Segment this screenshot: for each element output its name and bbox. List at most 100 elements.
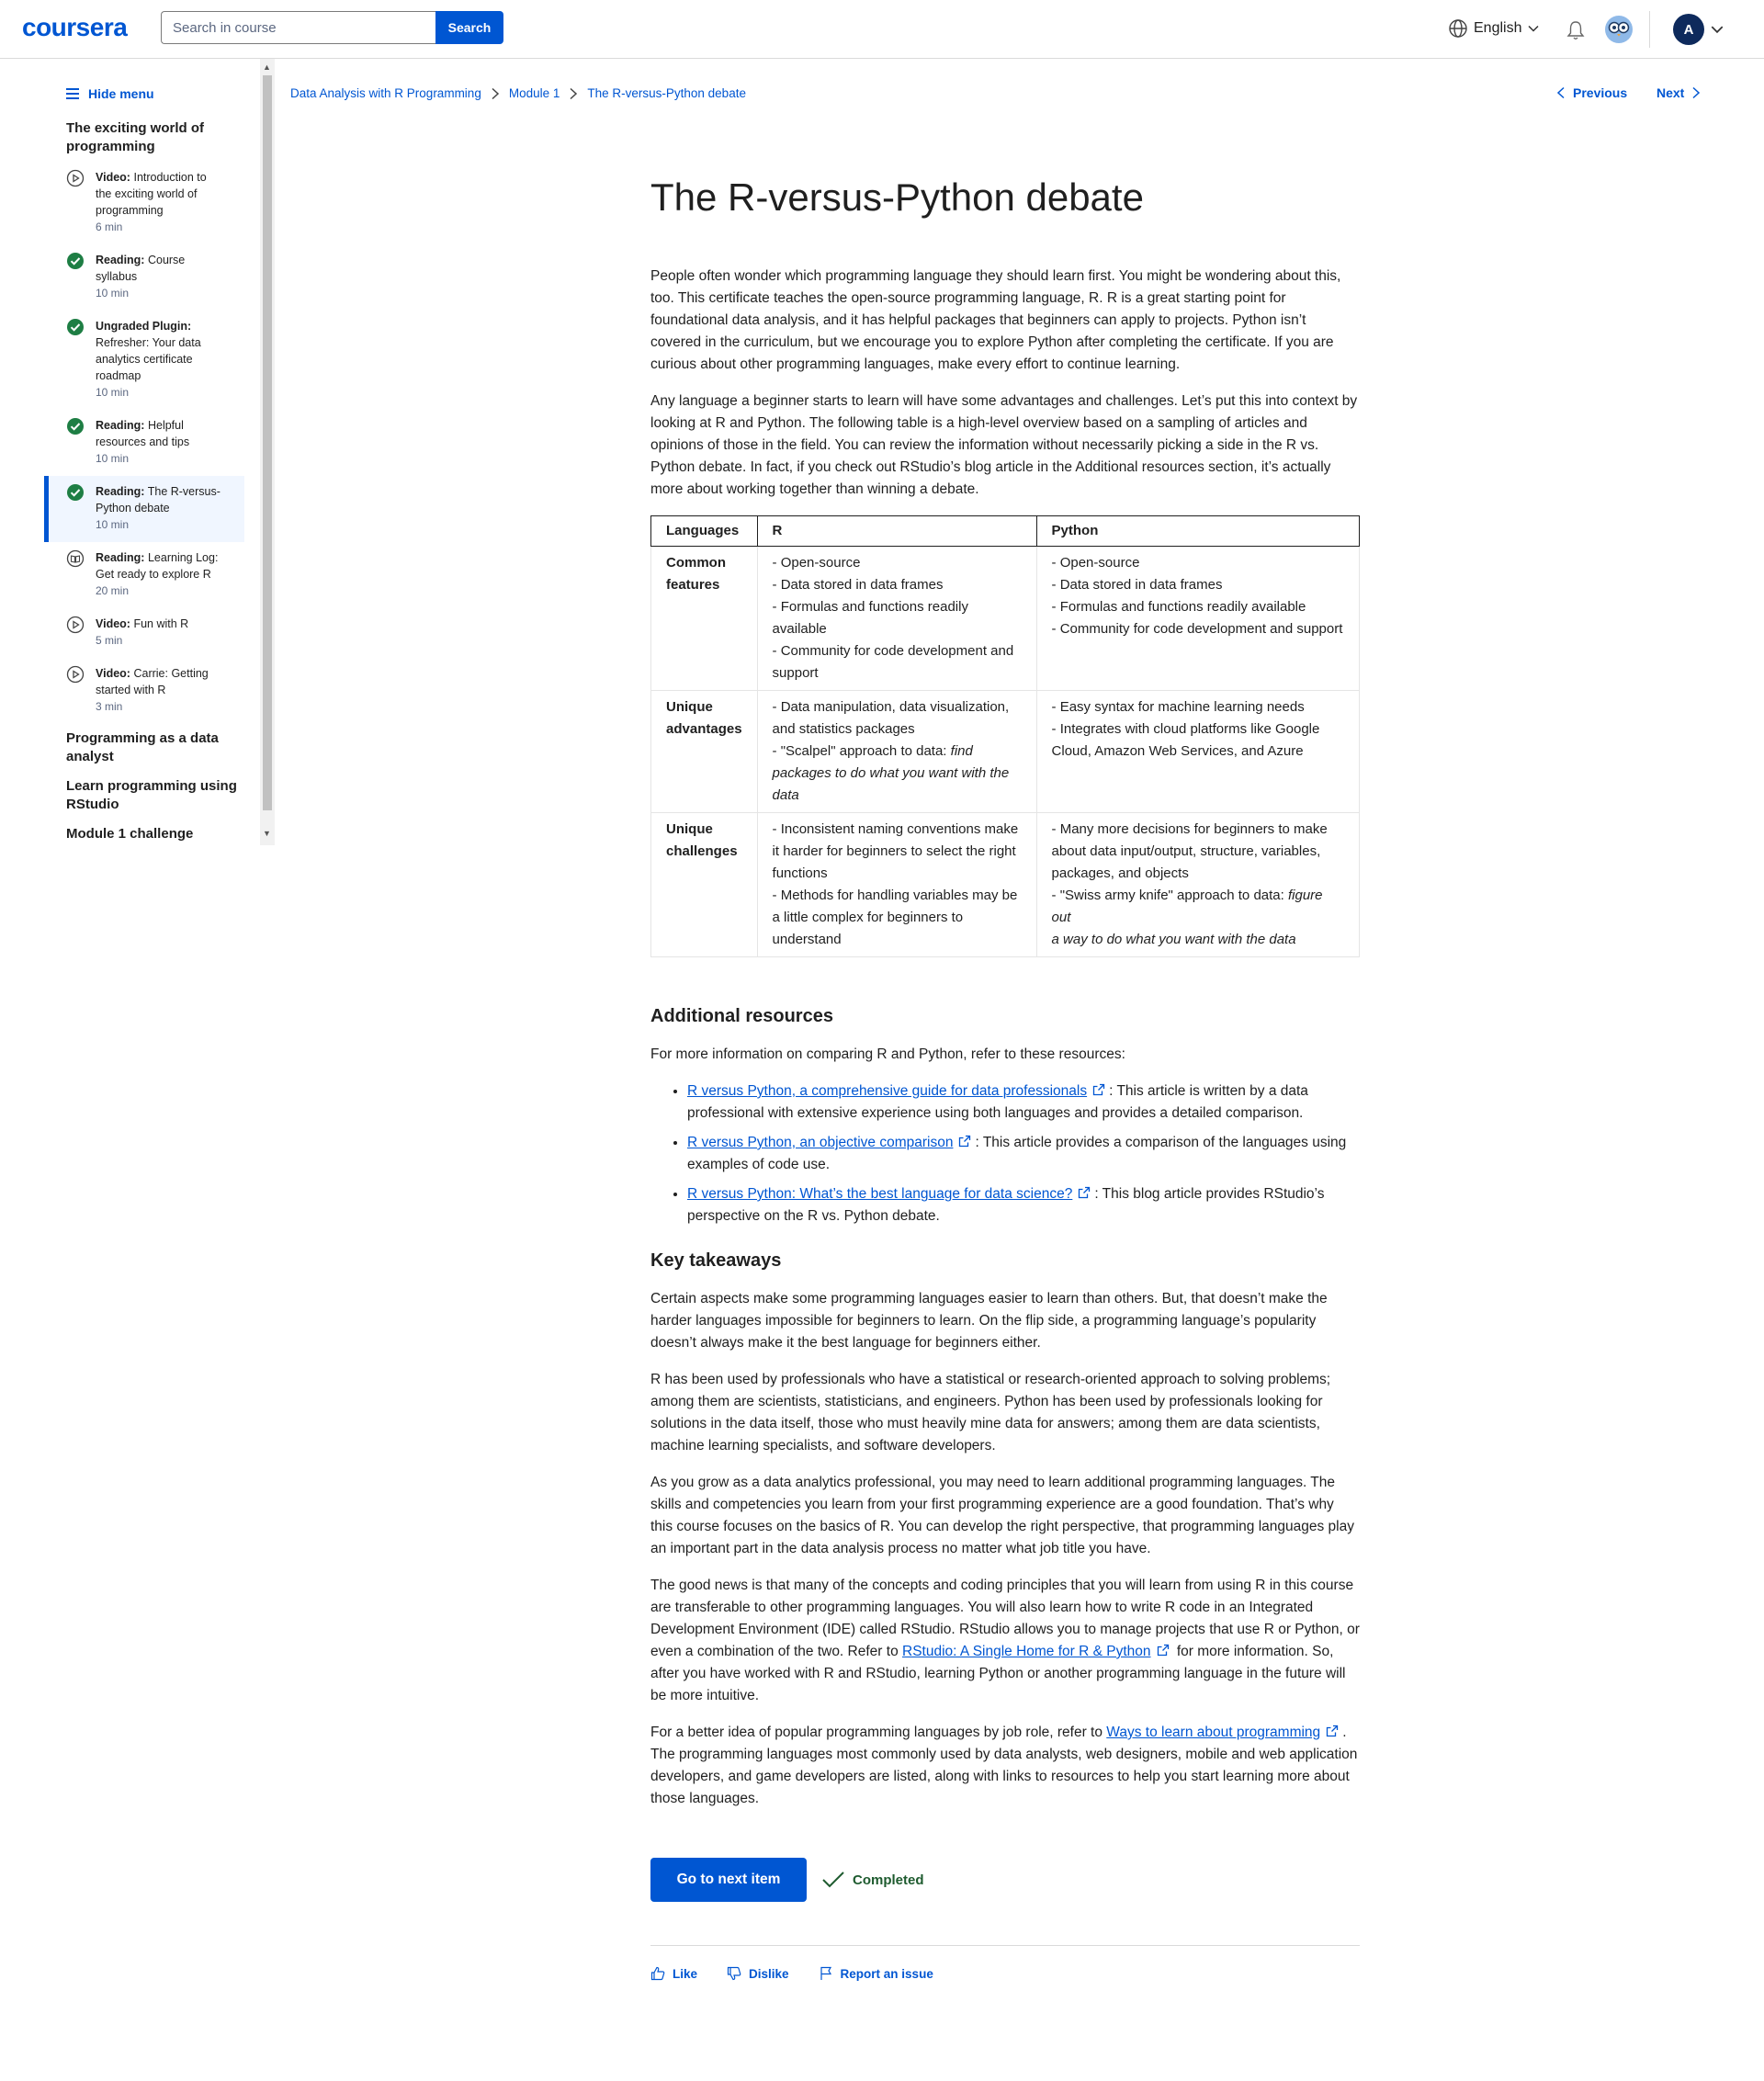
item-duration: 10 min (96, 518, 130, 531)
breadcrumb-course[interactable]: Data Analysis with R Programming (290, 86, 481, 100)
top-header: coursera Search English A (0, 0, 1764, 59)
resources-intro: For more information on comparing R and … (650, 1046, 1125, 1062)
dislike-label: Dislike (749, 1966, 789, 1981)
rstudio-home-link[interactable]: RStudio: A Single Home for R & Python (902, 1644, 1151, 1659)
sidebar-item-fun-with-r[interactable]: Video: Fun with R 5 min (66, 616, 250, 649)
breadcrumb-current[interactable]: The R-versus-Python debate (587, 86, 746, 100)
item-actions: Go to next item Completed (650, 1858, 924, 1902)
go-to-next-item-button[interactable]: Go to next item (650, 1858, 807, 1902)
external-link-icon (1327, 1725, 1339, 1737)
intro-paragraph: Any language a beginner starts to learn … (650, 393, 1358, 497)
check-circle-icon (67, 418, 84, 435)
chevron-down-icon[interactable] (1710, 22, 1724, 37)
report-issue-button[interactable]: Report an issue (819, 1966, 933, 1981)
takeaway-paragraph: Certain aspects make some programming la… (650, 1291, 1328, 1351)
check-circle-icon (67, 253, 84, 269)
item-duration: 6 min (96, 221, 123, 233)
cell-line: - "Scalpel" approach to data: find packa… (773, 741, 1022, 807)
notification-bell-icon[interactable] (1566, 19, 1586, 41)
item-kind: Reading: (96, 551, 145, 564)
sidebar-item-r-vs-python[interactable]: Reading: The R-versus-Python debate 10 mi… (66, 483, 250, 533)
like-button[interactable]: Like (650, 1966, 697, 1981)
table-header: R (756, 515, 1037, 547)
hide-menu-label: Hide menu (88, 86, 154, 101)
cell-line: - Open-source (772, 555, 861, 571)
paragraph-text: For a better idea of popular programming… (650, 1725, 1107, 1740)
breadcrumb-module[interactable]: Module 1 (509, 86, 560, 100)
section-heading-key-takeaways: Key takeaways (650, 1250, 782, 1271)
table-cell-r: - Open-source - Data stored in data fram… (756, 546, 1037, 691)
previous-label: Previous (1573, 85, 1628, 100)
table-row: Common features - Open-source - Data sto… (650, 546, 1361, 691)
cell-line: - Methods for handling variables may be … (772, 888, 1018, 947)
sidebar-item-learning-log[interactable]: Reading: Learning Log: Get ready to expl… (66, 549, 250, 599)
cell-line: - Many more decisions for beginners to m… (1051, 821, 1328, 881)
language-label: English (1474, 20, 1522, 36)
item-title: Refresher: Your data analytics certifica… (96, 336, 201, 382)
next-label: Next (1657, 85, 1685, 100)
search-button[interactable]: Search (435, 11, 503, 44)
scroll-up-arrow-icon[interactable]: ▲ (263, 62, 271, 72)
avatar[interactable]: A (1673, 14, 1704, 45)
coursera-logo[interactable]: coursera (22, 13, 128, 42)
divider (650, 1945, 1360, 1946)
sidebar-scrollbar-thumb[interactable] (263, 75, 272, 810)
check-circle-icon (67, 484, 84, 501)
chevron-right-icon (569, 87, 578, 100)
dislike-button[interactable]: Dislike (727, 1966, 789, 1981)
reading-icon (66, 549, 85, 568)
reading-content: The R-versus-Python debate People often … (650, 170, 1361, 1825)
sidebar-section-module-challenge[interactable]: Module 1 challenge (66, 825, 250, 843)
sidebar-item-video-intro[interactable]: Video: Introduction to the exciting worl… (66, 169, 250, 235)
cell-line: - Formulas and functions readily availab… (1051, 599, 1306, 615)
sidebar-section-programming-as-analyst[interactable]: Programming as a data analyst (66, 729, 250, 766)
resource-link[interactable]: R versus Python, an objective comparison (687, 1135, 953, 1150)
chevron-left-icon (1556, 86, 1565, 99)
item-kind: Video: (96, 667, 130, 680)
table-cell-python: - Open-source - Data stored in data fram… (1035, 546, 1361, 691)
chevron-right-icon (491, 87, 500, 100)
external-link-icon (1157, 1644, 1169, 1657)
thumbs-down-icon (727, 1966, 741, 1981)
chevron-down-icon (1528, 25, 1540, 32)
intro-paragraph: People often wonder which programming la… (650, 268, 1341, 372)
external-link-icon (959, 1135, 971, 1148)
resource-link[interactable]: R versus Python, a comprehensive guide f… (687, 1083, 1087, 1099)
play-circle-icon (66, 616, 85, 634)
sidebar-item-helpful-resources[interactable]: Reading: Helpful resources and tips 10 mi… (66, 417, 250, 467)
resource-link[interactable]: R versus Python: What’s the best languag… (687, 1186, 1072, 1202)
item-kind: Reading: (96, 485, 145, 498)
cell-line: - Formulas and functions readily availab… (772, 599, 968, 637)
sidebar-section-learn-rstudio[interactable]: Learn programming using RStudio (66, 777, 250, 814)
module-heading[interactable]: The exciting world of programming (66, 119, 250, 156)
list-item: R versus Python, a comprehensive guide f… (687, 1080, 1360, 1125)
cell-text: - "Scalpel" approach to data: (772, 743, 951, 759)
search-input[interactable] (161, 11, 436, 44)
ways-to-learn-link[interactable]: Ways to learn about programming (1106, 1725, 1320, 1740)
table-row: Unique challenges - Inconsistent naming … (650, 812, 1361, 957)
like-label: Like (673, 1966, 698, 1981)
completed-status: Completed (821, 1871, 924, 1889)
scroll-down-arrow-icon[interactable]: ▼ (263, 829, 271, 838)
coach-owl-icon[interactable] (1604, 15, 1634, 44)
next-button[interactable]: Next (1657, 85, 1701, 100)
sidebar-item-course-syllabus[interactable]: Reading: Course syllabus 10 min (66, 252, 250, 301)
takeaway-paragraph: For a better idea of popular programming… (650, 1722, 1360, 1810)
item-kind: Reading: (96, 254, 145, 266)
item-duration: 10 min (96, 386, 130, 399)
resources-list: R versus Python, a comprehensive guide f… (650, 1080, 1360, 1227)
feedback-bar: Like Dislike Report an issue (650, 1966, 963, 1981)
sidebar-item-carrie-video[interactable]: Video: Carrie: Getting started with R3 m… (66, 665, 250, 715)
previous-button[interactable]: Previous (1556, 85, 1627, 100)
sidebar-item-roadmap-plugin[interactable]: Ungraded Plugin: Refresher: Your data an… (66, 318, 250, 401)
language-selector[interactable]: English (1448, 18, 1540, 39)
thumbs-up-icon (650, 1966, 665, 1981)
page-title: The R-versus-Python debate (650, 175, 1144, 219)
header-divider (1649, 11, 1650, 48)
cell-text: - "Swiss army knife" approach to data: (1051, 888, 1288, 903)
section-heading-additional-resources: Additional resources (650, 1006, 833, 1026)
report-label: Report an issue (840, 1966, 933, 1981)
item-duration: 10 min (96, 287, 130, 300)
item-duration: 3 min (96, 700, 123, 713)
hide-menu-button[interactable]: Hide menu (66, 86, 154, 101)
